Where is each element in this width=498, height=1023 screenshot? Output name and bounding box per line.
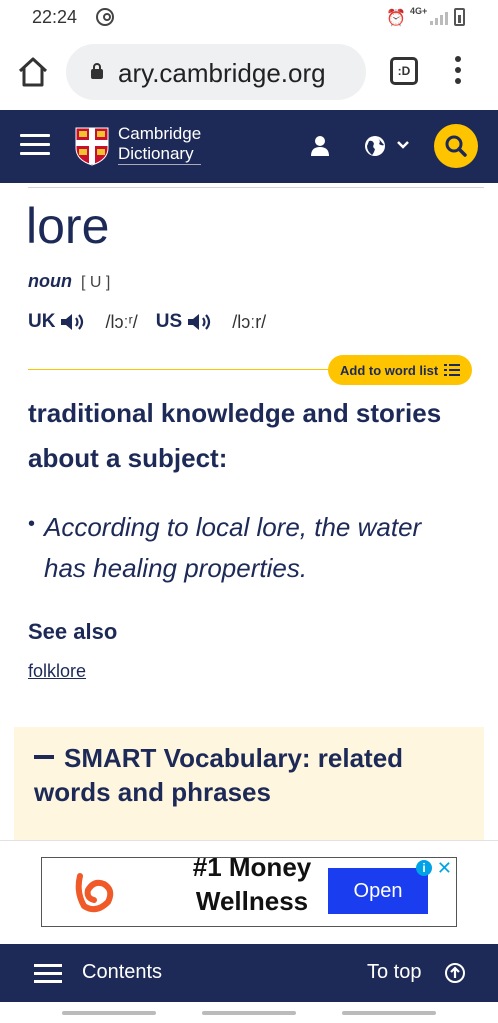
example-sentence: • According to local lore, the water has… (28, 507, 468, 589)
url-text: ary.cambridge.org (118, 58, 326, 88)
ad-info-icon[interactable]: i (416, 860, 432, 876)
see-also-heading: See also (28, 619, 118, 644)
us-label: US (155, 311, 183, 332)
search-button[interactable] (434, 124, 478, 168)
part-of-speech-row: noun [ U ] (28, 271, 110, 292)
smart-vocabulary-title: SMART Vocabulary: related words and phra… (34, 743, 404, 807)
uk-ipa: /lɔːʳ/ (105, 311, 138, 332)
notification-icon (96, 8, 114, 26)
ad-open-button[interactable]: Open (328, 868, 428, 914)
browser-toolbar: ary.cambridge.org :D (0, 36, 498, 110)
home-icon[interactable] (16, 55, 50, 89)
search-icon (445, 135, 467, 157)
add-to-word-list-button[interactable]: Add to word list (328, 355, 473, 385)
alarm-icon: ⏰ (386, 10, 406, 27)
site-header: Cambridge Dictionary (0, 110, 498, 183)
uk-label: UK (28, 311, 56, 332)
system-gesture-bar (0, 1002, 498, 1023)
pronunciation-row: UK /lɔːʳ/ US /lɔːr/ (28, 311, 284, 333)
ad-text: #1 Money Wellness Management (173, 857, 332, 926)
cambridge-shield-icon[interactable] (74, 126, 110, 166)
example-text: According to local lore, the water has h… (44, 512, 422, 583)
part-of-speech: noun (28, 271, 72, 291)
address-bar[interactable]: ary.cambridge.org (66, 44, 366, 100)
headword: lore (26, 198, 110, 254)
status-bar: 22:24 ⏰ 4G+ (0, 0, 498, 36)
smart-vocabulary-toggle[interactable]: SMART Vocabulary: related words and phra… (34, 741, 464, 809)
brand-line-2: Dictionary (118, 144, 202, 165)
brand-line-1: Cambridge (118, 124, 202, 143)
divider (28, 187, 484, 188)
battery-icon (454, 8, 465, 26)
smart-vocabulary-section: SMART Vocabulary: related words and phra… (14, 727, 484, 843)
lock-icon (91, 63, 103, 79)
to-top-button[interactable]: To top (367, 961, 421, 984)
contents-button[interactable]: Contents (82, 961, 162, 984)
ad-banner[interactable]: #1 Money Wellness Management Open i ✕ (41, 857, 457, 927)
chevron-down-icon[interactable] (396, 140, 410, 150)
menu-dots-icon[interactable] (452, 56, 464, 88)
ad-banner-area: #1 Money Wellness Management Open i ✕ (0, 840, 498, 944)
user-icon[interactable] (310, 135, 330, 157)
network-type-label: 4G+ (410, 6, 428, 16)
globe-icon[interactable] (364, 135, 386, 157)
add-to-word-list-label: Add to word list (340, 362, 439, 378)
site-logo-text[interactable]: Cambridge Dictionary (118, 124, 202, 165)
collapse-minus-icon (34, 755, 54, 760)
list-icon (444, 364, 461, 376)
ad-close-icon[interactable]: ✕ (437, 858, 452, 879)
uk-audio-speaker-icon[interactable] (59, 311, 87, 333)
us-ipa: /lɔːr/ (232, 311, 267, 332)
status-time: 22:24 (32, 7, 78, 27)
arrow-up-circle-icon[interactable] (444, 962, 466, 984)
hamburger-icon[interactable] (20, 134, 50, 158)
section-divider (28, 369, 338, 370)
definition-text: traditional knowledge and stories about … (28, 398, 442, 473)
tab-switcher-button[interactable]: :D (390, 57, 418, 85)
contents-hamburger-icon[interactable] (34, 964, 62, 984)
us-audio-speaker-icon[interactable] (186, 311, 214, 333)
ad-brand-logo-icon (75, 873, 114, 913)
signal-icon (430, 12, 448, 25)
grammar-code: [ U ] (81, 274, 111, 291)
see-also-link-folklore[interactable]: folklore (28, 661, 86, 682)
example-bullet: • (28, 513, 36, 535)
bottom-nav: Contents To top (0, 944, 498, 1002)
